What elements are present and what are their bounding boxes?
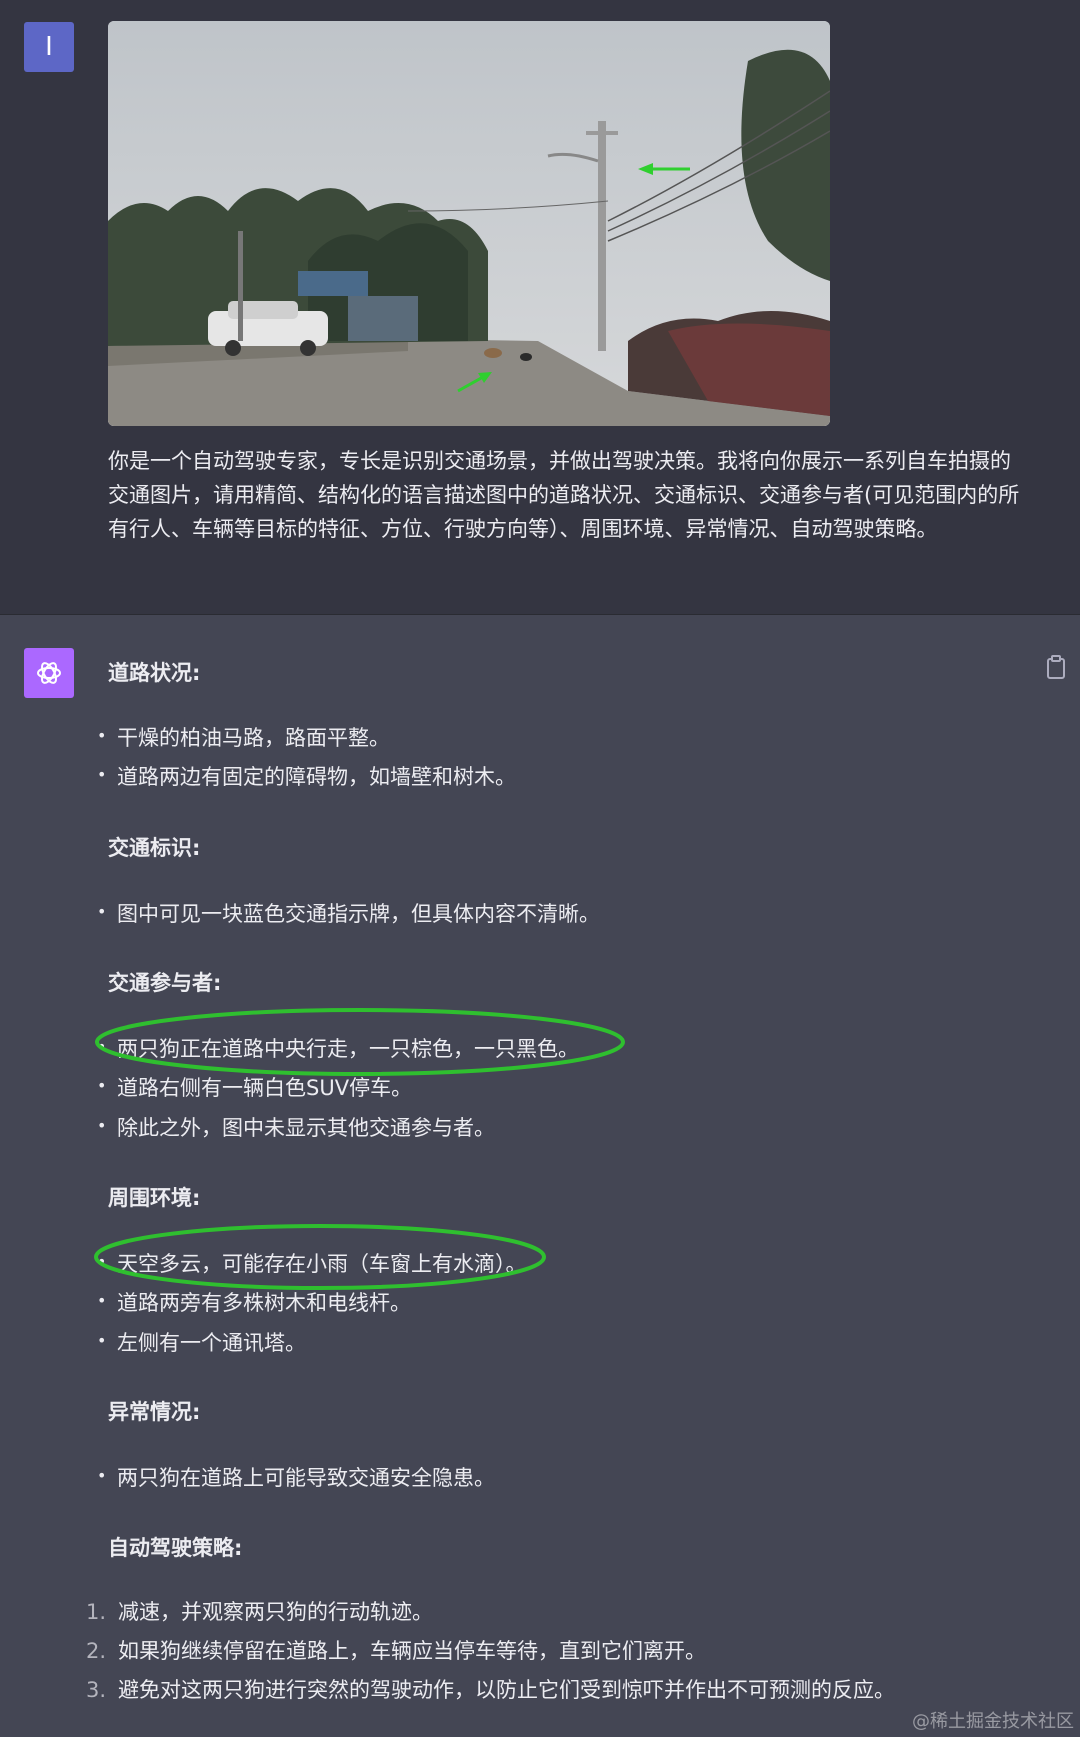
section-heading-traffic-participants: 交通参与者:	[108, 971, 222, 995]
section-heading-traffic-signs: 交通标识:	[108, 836, 201, 860]
road-scene-photo	[108, 21, 830, 426]
list-item: • 两只狗正在道路中央行走，一只棕色，一只黑色。	[97, 1037, 579, 1061]
numbered-item: 3. 避免对这两只狗进行突然的驾驶动作，以防止它们受到惊吓并作出不可预测的反应。	[86, 1678, 895, 1702]
list-item: • 图中可见一块蓝色交通指示牌，但具体内容不清晰。	[97, 902, 600, 926]
watermark: @稀土掘金技术社区	[912, 1711, 1074, 1732]
list-item: • 道路两边有固定的障碍物，如墙壁和树木。	[97, 765, 516, 789]
list-item: • 道路两旁有多株树木和电线杆。	[97, 1291, 411, 1315]
road-scene-image	[108, 21, 830, 426]
numbered-item: 2. 如果狗继续停留在道路上，车辆应当停车等待，直到它们离开。	[86, 1639, 706, 1663]
section-heading-anomalies: 异常情况:	[108, 1400, 201, 1424]
list-item: • 两只狗在道路上可能导致交通安全隐患。	[97, 1466, 495, 1490]
user-prompt-text: 你是一个自动驾驶专家，专长是识别交通场景，并做出驾驶决策。我将向你展示一系列自车…	[108, 449, 1020, 541]
user-message: I 你是一个自动驾驶专家，专长是识别交通场景，并做出驾驶决策。我将向你展示一系列…	[0, 0, 1080, 615]
list-item: • 道路右侧有一辆白色SUV停车。	[97, 1076, 413, 1100]
section-heading-road-condition: 道路状况:	[108, 661, 201, 685]
list-item: • 干燥的柏油马路，路面平整。	[97, 726, 390, 750]
section-heading-driving-strategy: 自动驾驶策略:	[108, 1536, 243, 1560]
list-item: • 左侧有一个通讯塔。	[97, 1331, 306, 1355]
numbered-item: 1. 减速，并观察两只狗的行动轨迹。	[86, 1600, 433, 1624]
list-item: • 天空多云，可能存在小雨（车窗上有水滴）。	[97, 1252, 527, 1276]
section-heading-environment: 周围环境:	[108, 1186, 201, 1210]
assistant-message: 道路状况: • 干燥的柏油马路，路面平整。 • 道路两边有固定的障碍物，如墙壁和树木…	[0, 615, 1080, 1737]
list-item: • 除此之外，图中未显示其他交通参与者。	[97, 1116, 495, 1140]
user-avatar: I	[24, 22, 74, 72]
openai-logo-icon	[24, 648, 74, 698]
copy-clipboard-icon[interactable]	[1046, 655, 1068, 681]
